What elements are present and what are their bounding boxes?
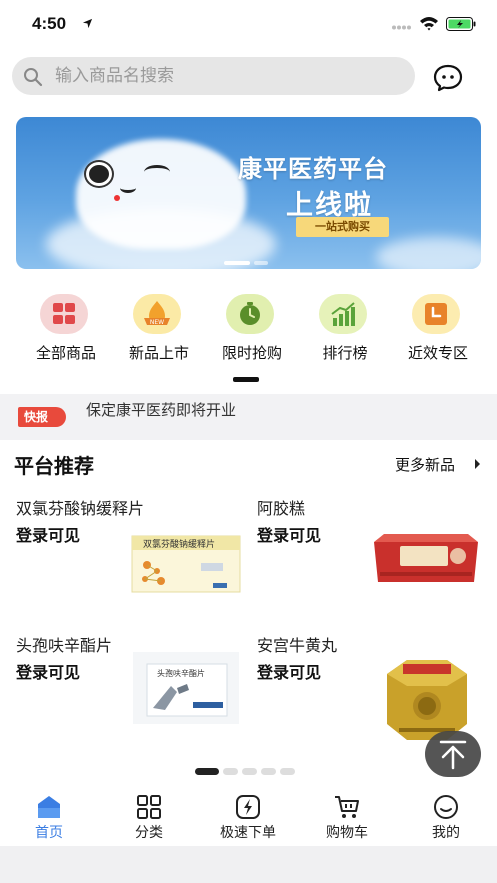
lightning-icon [236,795,260,819]
timer-icon [226,294,274,334]
banner-pagination [224,261,274,265]
tab-label: 分类 [135,825,163,841]
tab-label: 首页 [35,825,63,841]
product-image: 头孢呋辛酯片 [133,652,239,724]
quick-menu-label: 全部商品 [35,344,96,362]
product-price: 登录可见 [257,526,322,545]
pagination-dot [242,768,257,775]
search-icon [24,68,43,87]
recommend-pagination [195,768,299,776]
grid-icon [40,294,88,334]
home-indicator-area [0,846,497,883]
tab-categories[interactable]: 分类 [109,794,189,842]
product-card[interactable]: 阿胶糕 登录可见 [257,495,497,625]
product-name: 安宫牛黄丸 [257,636,338,655]
package-label: 头孢呋辛酯片 [157,668,205,678]
calendar-icon [412,294,460,334]
pagination-dot-active [195,768,219,775]
tab-label: 我的 [432,825,460,841]
quick-menu-all-products[interactable]: 全部商品 [21,294,103,362]
cart-icon [335,796,359,818]
quick-menu-label: 限时抢购 [221,344,282,362]
product-card[interactable]: 头孢呋辛酯片 登录可见 头孢呋辛酯片 [16,632,256,762]
tab-label: 极速下单 [220,825,276,841]
cloud-mouth [120,183,136,193]
tab-profile[interactable]: 我的 [406,794,486,842]
svg-text:NEW: NEW [150,319,164,326]
status-time: 4:50 [32,14,67,33]
tab-quick-order[interactable]: 极速下单 [208,794,288,842]
location-arrow-icon [82,18,93,29]
product-image [374,534,478,582]
cloud-eye [86,162,112,186]
product-price: 登录可见 [257,663,322,682]
menu-page-indicator [233,377,259,382]
banner-dot-active [224,261,250,265]
product-card[interactable]: 双氯芬酸钠缓释片 登录可见 双氯芬酸钠缓释片 [16,495,256,625]
search-input[interactable] [55,62,395,90]
banner-dot [254,261,268,265]
tab-label: 购物车 [326,825,368,841]
wifi-icon [420,17,438,31]
tab-home[interactable]: 首页 [9,794,89,842]
pagination-dot [261,768,276,775]
quick-menu-label: 新品上市 [128,344,189,362]
product-price: 登录可见 [16,663,81,682]
promo-banner[interactable]: 康平医药平台 上线啦 一站式购买 [16,117,481,269]
news-ticker[interactable]: 快报 保定康平医药即将开业 [0,394,497,440]
product-name: 头孢呋辛酯片 [16,636,113,655]
news-text[interactable]: 保定康平医药即将开业 [86,399,236,420]
quick-menu-flash-sale[interactable]: 限时抢购 [207,294,289,362]
tab-cart[interactable]: 购物车 [307,794,387,842]
pagination-dot [223,768,238,775]
product-name: 阿胶糕 [257,499,306,518]
quick-menu-new-arrivals[interactable]: NEW 新品上市 [114,294,196,362]
quick-menu-near-expiry[interactable]: 近效专区 [393,294,475,362]
more-new-products-link[interactable]: 更多新品 [395,454,455,475]
heart-cloud-image [76,139,246,249]
pagination-dot [280,768,295,775]
banner-title: 康平医药平台 [238,155,388,183]
new-badge-icon: NEW [133,294,181,334]
smiley-icon [434,795,458,819]
search-bar[interactable] [12,57,415,95]
chevron-right-icon[interactable] [475,459,480,469]
quick-menu-rankings[interactable]: 排行榜 [300,294,382,362]
product-price: 登录可见 [16,526,81,545]
back-to-top-button[interactable] [425,731,481,777]
cloud-blush [114,195,120,201]
section-title: 平台推荐 [14,454,94,478]
battery-icon [446,17,476,31]
arrow-up-icon [439,740,467,770]
message-icon[interactable] [432,64,464,92]
cloud-decoration [376,237,481,269]
bottom-tab-bar: 首页 分类 极速下单 购物车 我的 [0,784,497,844]
product-image: 双氯芬酸钠缓释片 [131,535,241,593]
product-name: 双氯芬酸钠缓释片 [16,499,145,518]
chart-icon [319,294,367,334]
banner-tag: 一站式购买 [296,217,389,237]
quick-menu-label: 排行榜 [322,344,368,362]
grid-icon [137,795,161,819]
quick-menu-label: 近效专区 [407,344,468,362]
cloud-eye [144,165,170,179]
cellular-signal-icon [392,25,411,30]
package-label: 双氯芬酸钠缓释片 [143,538,215,550]
status-bar: 4:50 [0,0,497,48]
home-icon [38,796,60,818]
news-badge: 快报 [18,407,66,427]
